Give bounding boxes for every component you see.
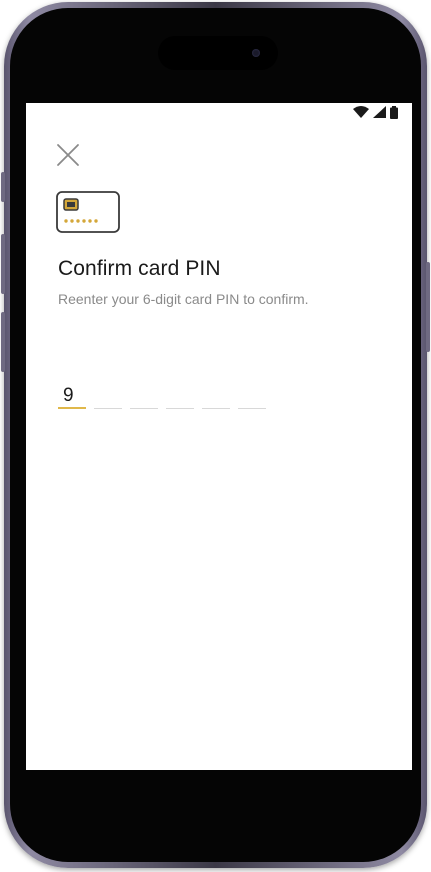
- pin-digit-5[interactable]: [202, 383, 230, 409]
- volume-up-button: [1, 234, 5, 294]
- power-button: [426, 262, 430, 352]
- page-title: Confirm card PIN: [58, 257, 221, 280]
- dynamic-island: [158, 36, 278, 70]
- volume-down-button: [1, 312, 5, 372]
- page-subtitle: Reenter your 6-digit card PIN to confirm…: [58, 291, 309, 307]
- status-bar: [353, 103, 398, 121]
- pin-digit-1[interactable]: 9: [58, 383, 86, 409]
- pin-digit-4[interactable]: [166, 383, 194, 409]
- close-icon: [57, 144, 79, 166]
- battery-icon: [390, 105, 398, 119]
- close-button[interactable]: [54, 141, 82, 169]
- card-pin-icon: [56, 191, 122, 240]
- pin-digit-2[interactable]: [94, 383, 122, 409]
- pin-input-group[interactable]: 9: [58, 383, 266, 409]
- cellular-signal-icon: [373, 106, 386, 118]
- pin-digit-3[interactable]: [130, 383, 158, 409]
- app-screen: Confirm card PIN Reenter your 6-digit ca…: [26, 103, 412, 770]
- wifi-icon: [353, 106, 369, 118]
- action-button: [1, 172, 5, 202]
- front-camera: [252, 49, 260, 57]
- pin-digit-6[interactable]: [238, 383, 266, 409]
